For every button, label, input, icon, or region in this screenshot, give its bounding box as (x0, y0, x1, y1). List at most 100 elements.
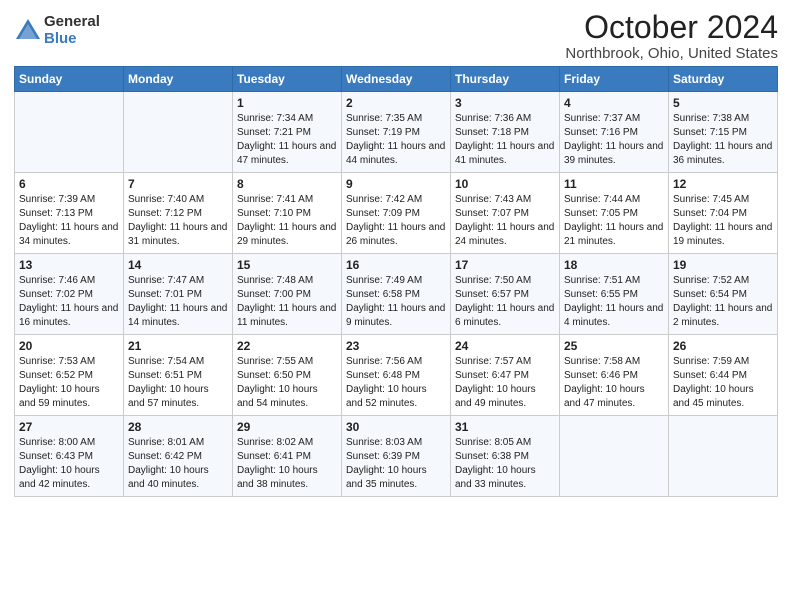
cell-info: Sunrise: 7:58 AMSunset: 6:46 PMDaylight:… (564, 355, 664, 411)
calendar-cell: 10Sunrise: 7:43 AMSunset: 7:07 PMDayligh… (451, 173, 560, 254)
days-row: SundayMondayTuesdayWednesdayThursdayFrid… (15, 67, 778, 92)
logo: General Blue (14, 14, 100, 47)
day-number: 17 (455, 258, 555, 272)
logo-general-text: General (44, 14, 100, 31)
calendar-table: SundayMondayTuesdayWednesdayThursdayFrid… (14, 66, 778, 497)
day-number: 26 (673, 339, 773, 353)
cell-info: Sunrise: 7:54 AMSunset: 6:51 PMDaylight:… (128, 355, 228, 411)
calendar-cell: 12Sunrise: 7:45 AMSunset: 7:04 PMDayligh… (669, 173, 778, 254)
day-number: 4 (564, 96, 664, 110)
cell-info: Sunrise: 7:55 AMSunset: 6:50 PMDaylight:… (237, 355, 337, 411)
header: General Blue October 2024 Northbrook, Oh… (14, 10, 778, 62)
calendar-cell (124, 92, 233, 173)
day-number: 20 (19, 339, 119, 353)
day-header-sunday: Sunday (15, 67, 124, 92)
calendar-cell: 31Sunrise: 8:05 AMSunset: 6:38 PMDayligh… (451, 416, 560, 497)
day-number: 29 (237, 420, 337, 434)
day-header-monday: Monday (124, 67, 233, 92)
day-number: 22 (237, 339, 337, 353)
cell-info: Sunrise: 7:41 AMSunset: 7:10 PMDaylight:… (237, 193, 337, 249)
calendar-cell: 30 Sunrise: 8:03 AMSunset: 6:39 PMDayligh… (342, 416, 451, 497)
cell-info: Sunrise: 7:49 AMSunset: 6:58 PMDaylight:… (346, 274, 446, 330)
day-number: 24 (455, 339, 555, 353)
cell-info: Sunrise: 8:03 AMSunset: 6:39 PMDaylight:… (346, 436, 446, 492)
calendar-cell: 2Sunrise: 7:35 AMSunset: 7:19 PMDaylight… (342, 92, 451, 173)
calendar-cell: 11 Sunrise: 7:44 AMSunset: 7:05 PMDayligh… (560, 173, 669, 254)
logo-text: General Blue (44, 14, 100, 47)
title-block: October 2024 Northbrook, Ohio, United St… (565, 10, 778, 62)
calendar-cell: 8Sunrise: 7:41 AMSunset: 7:10 PMDaylight… (233, 173, 342, 254)
cell-info: Sunrise: 7:45 AMSunset: 7:04 PMDaylight:… (673, 193, 773, 249)
calendar-cell: 1 Sunrise: 7:34 AMSunset: 7:21 PMDaylight… (233, 92, 342, 173)
day-number: 14 (128, 258, 228, 272)
calendar-cell: 5Sunrise: 7:38 AMSunset: 7:15 PMDaylight… (669, 92, 778, 173)
week-row: 1 Sunrise: 7:34 AMSunset: 7:21 PMDaylight… (15, 92, 778, 173)
calendar-cell: 20 Sunrise: 7:53 AMSunset: 6:52 PMDayligh… (15, 335, 124, 416)
calendar-cell: 26 Sunrise: 7:59 AMSunset: 6:44 PMDayligh… (669, 335, 778, 416)
calendar-header: SundayMondayTuesdayWednesdayThursdayFrid… (15, 67, 778, 92)
calendar-cell: 15 Sunrise: 7:48 AMSunset: 7:00 PMDayligh… (233, 254, 342, 335)
cell-info: Sunrise: 7:53 AMSunset: 6:52 PMDaylight:… (19, 355, 119, 411)
day-number: 16 (346, 258, 446, 272)
calendar-cell: 14 Sunrise: 7:47 AMSunset: 7:01 PMDayligh… (124, 254, 233, 335)
calendar-cell: 13 Sunrise: 7:46 AMSunset: 7:02 PMDayligh… (15, 254, 124, 335)
day-header-tuesday: Tuesday (233, 67, 342, 92)
day-number: 6 (19, 177, 119, 191)
cell-info: Sunrise: 7:47 AMSunset: 7:01 PMDaylight:… (128, 274, 228, 330)
location: Northbrook, Ohio, United States (565, 45, 778, 62)
day-number: 23 (346, 339, 446, 353)
week-row: 27Sunrise: 8:00 AMSunset: 6:43 PMDayligh… (15, 416, 778, 497)
calendar-cell: 16 Sunrise: 7:49 AMSunset: 6:58 PMDayligh… (342, 254, 451, 335)
calendar-cell: 4 Sunrise: 7:37 AMSunset: 7:16 PMDaylight… (560, 92, 669, 173)
day-number: 30 (346, 420, 446, 434)
day-number: 15 (237, 258, 337, 272)
cell-info: Sunrise: 7:56 AMSunset: 6:48 PMDaylight:… (346, 355, 446, 411)
calendar-cell: 29Sunrise: 8:02 AMSunset: 6:41 PMDayligh… (233, 416, 342, 497)
cell-info: Sunrise: 7:40 AMSunset: 7:12 PMDaylight:… (128, 193, 228, 249)
calendar-cell: 23 Sunrise: 7:56 AMSunset: 6:48 PMDayligh… (342, 335, 451, 416)
week-row: 13 Sunrise: 7:46 AMSunset: 7:02 PMDayligh… (15, 254, 778, 335)
cell-info: Sunrise: 7:44 AMSunset: 7:05 PMDaylight:… (564, 193, 664, 249)
cell-info: Sunrise: 7:57 AMSunset: 6:47 PMDaylight:… (455, 355, 555, 411)
week-row: 6 Sunrise: 7:39 AMSunset: 7:13 PMDaylight… (15, 173, 778, 254)
day-number: 28 (128, 420, 228, 434)
day-number: 13 (19, 258, 119, 272)
calendar-cell: 9 Sunrise: 7:42 AMSunset: 7:09 PMDaylight… (342, 173, 451, 254)
day-number: 11 (564, 177, 664, 191)
day-number: 3 (455, 96, 555, 110)
calendar-body: 1 Sunrise: 7:34 AMSunset: 7:21 PMDaylight… (15, 92, 778, 497)
cell-info: Sunrise: 8:01 AMSunset: 6:42 PMDaylight:… (128, 436, 228, 492)
calendar-cell: 25 Sunrise: 7:58 AMSunset: 6:46 PMDayligh… (560, 335, 669, 416)
day-header-friday: Friday (560, 67, 669, 92)
cell-info: Sunrise: 7:36 AMSunset: 7:18 PMDaylight:… (455, 112, 555, 168)
cell-info: Sunrise: 7:42 AMSunset: 7:09 PMDaylight:… (346, 193, 446, 249)
cell-info: Sunrise: 7:46 AMSunset: 7:02 PMDaylight:… (19, 274, 119, 330)
cell-info: Sunrise: 8:05 AMSunset: 6:38 PMDaylight:… (455, 436, 555, 492)
cell-info: Sunrise: 7:59 AMSunset: 6:44 PMDaylight:… (673, 355, 773, 411)
week-row: 20 Sunrise: 7:53 AMSunset: 6:52 PMDayligh… (15, 335, 778, 416)
day-number: 1 (237, 96, 337, 110)
cell-info: Sunrise: 7:48 AMSunset: 7:00 PMDaylight:… (237, 274, 337, 330)
cell-info: Sunrise: 7:39 AMSunset: 7:13 PMDaylight:… (19, 193, 119, 249)
calendar-cell: 21 Sunrise: 7:54 AMSunset: 6:51 PMDayligh… (124, 335, 233, 416)
calendar-cell: 28 Sunrise: 8:01 AMSunset: 6:42 PMDayligh… (124, 416, 233, 497)
calendar-cell: 27Sunrise: 8:00 AMSunset: 6:43 PMDayligh… (15, 416, 124, 497)
logo-icon (14, 17, 42, 45)
cell-info: Sunrise: 7:37 AMSunset: 7:16 PMDaylight:… (564, 112, 664, 168)
day-number: 19 (673, 258, 773, 272)
day-number: 9 (346, 177, 446, 191)
calendar-cell: 19 Sunrise: 7:52 AMSunset: 6:54 PMDayligh… (669, 254, 778, 335)
calendar-cell: 3 Sunrise: 7:36 AMSunset: 7:18 PMDaylight… (451, 92, 560, 173)
day-number: 21 (128, 339, 228, 353)
cell-info: Sunrise: 7:35 AMSunset: 7:19 PMDaylight:… (346, 112, 446, 168)
cell-info: Sunrise: 7:50 AMSunset: 6:57 PMDaylight:… (455, 274, 555, 330)
day-number: 27 (19, 420, 119, 434)
day-number: 25 (564, 339, 664, 353)
day-number: 7 (128, 177, 228, 191)
calendar-cell: 7 Sunrise: 7:40 AMSunset: 7:12 PMDaylight… (124, 173, 233, 254)
cell-info: Sunrise: 7:34 AMSunset: 7:21 PMDaylight:… (237, 112, 337, 168)
cell-info: Sunrise: 7:51 AMSunset: 6:55 PMDaylight:… (564, 274, 664, 330)
day-number: 10 (455, 177, 555, 191)
cell-info: Sunrise: 7:52 AMSunset: 6:54 PMDaylight:… (673, 274, 773, 330)
day-header-wednesday: Wednesday (342, 67, 451, 92)
